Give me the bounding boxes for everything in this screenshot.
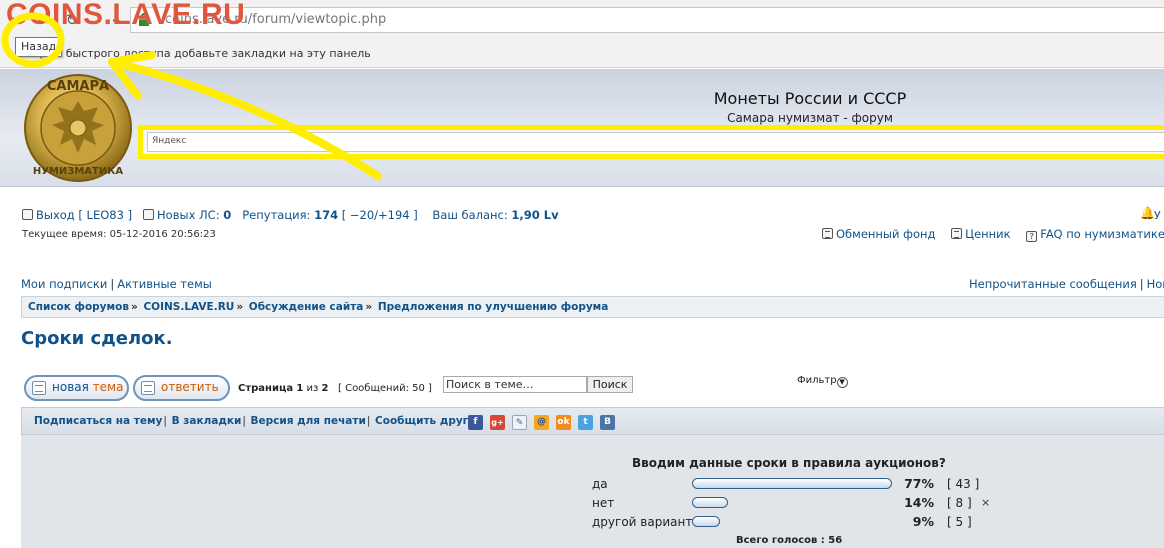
user-info-row: Выход [ LEO83 ] Новых ЛС: 0 Репутация: 1… [22, 208, 559, 222]
site-header: САМАРА НУМИЗМАТИКА Монеты России и СССР … [0, 69, 1164, 187]
pagination: Страница 1 из 2 [ Сообщений: 50 ] [238, 383, 432, 394]
google-plus-icon[interactable]: g+ [490, 415, 505, 430]
poll-result-bar [692, 497, 728, 508]
page-current: 1 [296, 383, 304, 394]
sub-nav-right: Непрочитанные сообщения|Нов [969, 277, 1164, 291]
poll-result-bar [692, 478, 892, 489]
page-label: Страница [238, 383, 294, 394]
bookmark-topic-link[interactable]: В закладки [172, 415, 242, 427]
reply-label: ответить [161, 380, 219, 394]
breadcrumb-site-discussion[interactable]: Обсуждение сайта [249, 301, 364, 313]
quick-links: Обменный фонд Ценник ? FAQ по нумизматике [822, 227, 1164, 242]
unread-posts-link[interactable]: Непрочитанные сообщения [969, 277, 1137, 291]
bookmarks-bar: Для быстрого доступа добавьте закладки н… [0, 38, 1164, 68]
new-posts-link[interactable]: Нов [1147, 277, 1164, 291]
tell-friend-link[interactable]: Сообщить другу [375, 415, 475, 427]
odnoklassniki-icon[interactable]: ok [556, 415, 571, 430]
mail-ru-icon[interactable]: @ [534, 415, 549, 430]
new-pm-count[interactable]: 0 [223, 208, 231, 222]
active-topics-link[interactable]: Активные темы [117, 277, 212, 291]
bell-icon[interactable]: 🔔 [1140, 206, 1155, 220]
poll-question: Вводим данные сроки в правила аукционов? [632, 456, 946, 470]
page-of: из [306, 383, 319, 394]
poll-option-label[interactable]: да [592, 477, 608, 491]
breadcrumb-suggestions[interactable]: Предложения по улучшению форума [378, 301, 609, 313]
yandex-search-band: Яндекс [138, 125, 1164, 159]
page: ← → ↻ ⋯ coins.lave.ru/forum/viewtopic.ph… [0, 0, 1164, 548]
topic-search-input[interactable]: Поиск в теме… [443, 376, 587, 393]
site-subtitle: Самара нумизмат - форум [727, 111, 893, 125]
poll-option-label[interactable]: другой вариант [592, 515, 692, 529]
poll-option-percent: 9% [912, 514, 934, 529]
site-watermark: COINS.LAVE.RU [6, 0, 246, 31]
subscribe-topic-link[interactable]: Подписаться на тему [34, 415, 162, 427]
my-vote-mark: × [981, 496, 991, 509]
print-version-link[interactable]: Версия для печати [251, 415, 366, 427]
poll-option-percent: 14% [904, 495, 934, 510]
price-icon [951, 228, 963, 239]
post-area [21, 435, 1164, 548]
reputation-detail: [ −20/+194 ] [341, 208, 418, 222]
logout-icon [22, 209, 33, 220]
poll-option-count: [ 8 ] [947, 496, 972, 510]
reply-button[interactable]: ответить [133, 375, 230, 401]
current-time: Текущее время: 05-12-2016 20:56:23 [22, 229, 216, 240]
reputation-label: Репутация: [242, 208, 311, 222]
new-topic-icon [32, 381, 46, 395]
vkontakte-icon[interactable]: B [600, 415, 615, 430]
filter-label: Фильтр [797, 375, 837, 386]
svg-text:САМАРА: САМАРА [47, 79, 109, 94]
faq-icon: ? [1026, 231, 1038, 242]
balance-label: Ваш баланс: [432, 208, 508, 222]
new-topic-label-a: новая [52, 380, 89, 394]
logout-link[interactable]: Выход [ LEO83 ] [36, 208, 132, 222]
sub-nav-left: Мои подписки | Активные темы [21, 277, 212, 291]
samara-numismat-logo[interactable]: САМАРА НУМИЗМАТИКА [22, 73, 134, 183]
reputation-value[interactable]: 174 [314, 208, 338, 222]
new-topic-button[interactable]: новая тема [24, 375, 129, 401]
twitter-icon[interactable]: t [578, 415, 593, 430]
topic-search-button[interactable]: Поиск [587, 376, 633, 393]
poll-option-count: [ 5 ] [947, 515, 972, 529]
facebook-icon[interactable]: f [468, 415, 483, 430]
livejournal-icon[interactable]: ✎ [512, 415, 527, 430]
page-title[interactable]: Сроки сделок. [21, 328, 173, 349]
filter-toggle[interactable]: Фильтр ▼ [797, 375, 848, 388]
new-pm-label[interactable]: Новых ЛС: [157, 208, 220, 222]
notifications-link[interactable]: У [1154, 209, 1161, 222]
breadcrumb: Список форумов» COINS.LAVE.RU» Обсуждени… [21, 296, 1164, 318]
faq-link[interactable]: FAQ по нумизматике [1040, 227, 1164, 241]
breadcrumb-forum-index[interactable]: Список форумов [28, 301, 129, 313]
yandex-search-input[interactable]: Яндекс [147, 132, 1164, 152]
poll-option-label[interactable]: нет [592, 496, 614, 510]
breadcrumb-coins-lave[interactable]: COINS.LAVE.RU [143, 301, 234, 313]
back-tooltip: Назад [15, 37, 63, 57]
chevron-down-icon: ▼ [836, 377, 848, 388]
site-title: Монеты России и СССР [713, 89, 907, 108]
poll-result-bar [692, 516, 720, 527]
private-messages-icon [143, 209, 155, 220]
poll-total-votes: Всего голосов : 56 [736, 535, 843, 546]
reply-icon [141, 381, 155, 395]
exchange-icon [822, 228, 833, 239]
balance-value[interactable]: 1,90 Lv [511, 208, 558, 222]
address-bar[interactable]: coins.lave.ru/forum/viewtopic.php [130, 7, 1164, 33]
poll-option-percent: 77% [904, 476, 934, 491]
page-total-link[interactable]: 2 [321, 383, 328, 394]
posts-count: [ Сообщений: 50 ] [338, 383, 432, 394]
price-link[interactable]: Ценник [965, 227, 1010, 241]
svg-text:НУМИЗМАТИКА: НУМИЗМАТИКА [33, 166, 124, 177]
new-topic-label-b: тема [92, 380, 124, 394]
topic-tools-bar: Подписаться на тему| В закладки| Версия … [21, 407, 1164, 435]
exchange-link[interactable]: Обменный фонд [836, 227, 935, 241]
my-subscriptions-link[interactable]: Мои подписки [21, 277, 107, 291]
poll-option-count: [ 43 ] [947, 477, 980, 491]
bookmarks-hint: Для быстрого доступа добавьте закладки н… [40, 47, 371, 60]
